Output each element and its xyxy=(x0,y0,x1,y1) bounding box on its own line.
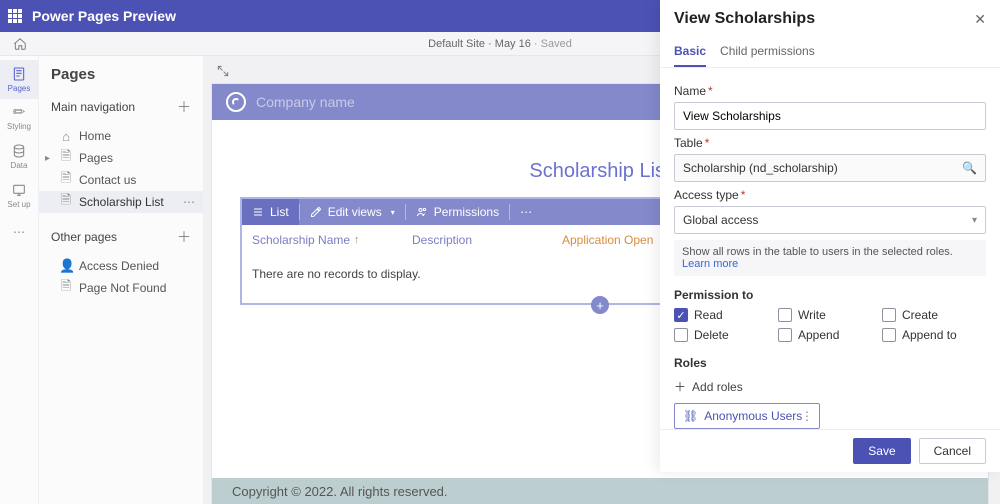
chevron-down-icon: ▾ xyxy=(972,215,977,226)
pages-panel-title: Pages xyxy=(39,56,203,91)
rail-setup[interactable]: Set up xyxy=(0,176,38,215)
access-type-select[interactable]: Global access ▾ xyxy=(674,206,986,234)
tree-contact[interactable]: 🗎 Contact us xyxy=(39,169,203,191)
checkbox-icon xyxy=(882,308,896,322)
other-pages-label: Other pages xyxy=(51,230,117,244)
name-input[interactable] xyxy=(674,102,986,130)
role-more-icon[interactable]: ⋮ xyxy=(801,409,813,423)
col-scholarship-name[interactable]: Scholarship Name xyxy=(252,233,350,247)
tree-access-denied[interactable]: 👤 Access Denied xyxy=(39,255,203,277)
cancel-button[interactable]: Cancel xyxy=(919,438,986,464)
add-main-nav-page[interactable]: ＋ xyxy=(177,97,191,117)
site-footer: Copyright © 2022. All rights reserved. xyxy=(212,478,988,504)
pages-panel: Pages Main navigation ＋ ⌂ Home ▸ 🗎 Pages… xyxy=(39,56,204,504)
brand-name[interactable]: Company name xyxy=(256,94,355,110)
tab-child-permissions[interactable]: Child permissions xyxy=(720,38,815,67)
table-lookup[interactable]: Scholarship (nd_scholarship) 🔍 xyxy=(674,154,986,182)
perm-write[interactable]: Write xyxy=(778,308,882,322)
rail-styling[interactable]: ✏ Styling xyxy=(0,99,38,137)
roles-label: Roles xyxy=(674,356,986,370)
person-icon: 👤 xyxy=(59,258,73,274)
main-nav-label: Main navigation xyxy=(51,100,135,114)
add-roles-button[interactable]: ＋Add roles xyxy=(674,378,986,395)
access-type-hint: Show all rows in the table to users in t… xyxy=(674,240,986,276)
canvas-expand-icon[interactable] xyxy=(216,64,230,78)
search-icon: 🔍 xyxy=(962,161,977,175)
sort-asc-icon[interactable]: ↑ xyxy=(354,234,360,246)
table-label: Table xyxy=(674,136,703,150)
rail-pages[interactable]: Pages xyxy=(0,60,38,99)
access-type-label: Access type xyxy=(674,188,739,202)
app-title: Power Pages Preview xyxy=(32,8,176,24)
rail-more[interactable]: ⋯ xyxy=(0,219,38,245)
toolbar-edit-views[interactable]: Edit views▾ xyxy=(300,199,405,225)
close-icon[interactable]: ✕ xyxy=(974,11,986,28)
chevron-down-icon: ▾ xyxy=(391,208,395,217)
add-other-page[interactable]: ＋ xyxy=(177,227,191,247)
home-icon[interactable] xyxy=(13,37,27,51)
permission-to-label: Permission to xyxy=(674,288,986,302)
tree-home[interactable]: ⌂ Home xyxy=(39,125,203,147)
chevron-right-icon[interactable]: ▸ xyxy=(45,153,50,164)
checkbox-icon xyxy=(778,328,792,342)
toolbar-more[interactable]: ⋯ xyxy=(510,205,542,219)
tree-not-found[interactable]: 🗎 Page Not Found xyxy=(39,277,203,299)
checkbox-icon xyxy=(778,308,792,322)
tree-scholarship-list[interactable]: 🗎 Scholarship List xyxy=(39,191,203,213)
perm-create[interactable]: Create xyxy=(882,308,986,322)
rail-data[interactable]: Data xyxy=(0,137,38,176)
name-label: Name xyxy=(674,84,706,98)
page-icon: 🗎 xyxy=(59,277,73,299)
perm-read[interactable]: ✓Read xyxy=(674,308,778,322)
tab-basic[interactable]: Basic xyxy=(674,38,706,67)
flyout-title: View Scholarships xyxy=(674,10,815,28)
save-button[interactable]: Save xyxy=(853,438,910,464)
permissions-flyout: View Scholarships ✕ Basic Child permissi… xyxy=(660,0,1000,472)
left-rail: Pages ✏ Styling Data Set up ⋯ xyxy=(0,56,39,504)
learn-more-link[interactable]: Learn more xyxy=(682,258,738,270)
checkbox-icon xyxy=(674,328,688,342)
col-description[interactable]: Description xyxy=(412,233,562,247)
role-anonymous[interactable]: ⛓ Anonymous Users ⋮ xyxy=(674,403,820,429)
home-page-icon: ⌂ xyxy=(59,129,73,144)
page-icon: 🗎 xyxy=(59,191,73,213)
page-icon: 🗎 xyxy=(59,147,73,169)
checkbox-icon xyxy=(882,328,896,342)
add-section-button[interactable]: + xyxy=(591,296,609,314)
tree-pages[interactable]: ▸ 🗎 Pages xyxy=(39,147,203,169)
perm-append-to[interactable]: Append to xyxy=(882,328,986,342)
toolbar-permissions[interactable]: Permissions xyxy=(406,199,509,225)
perm-append[interactable]: Append xyxy=(778,328,882,342)
checkbox-checked-icon: ✓ xyxy=(674,308,688,322)
toolbar-list[interactable]: List xyxy=(242,199,299,225)
perm-delete[interactable]: Delete xyxy=(674,328,778,342)
role-icon: ⛓ xyxy=(683,409,698,423)
brand-logo-icon xyxy=(226,92,246,112)
app-launcher-icon[interactable] xyxy=(8,9,22,23)
plus-icon: ＋ xyxy=(674,378,686,395)
page-icon: 🗎 xyxy=(59,169,73,191)
